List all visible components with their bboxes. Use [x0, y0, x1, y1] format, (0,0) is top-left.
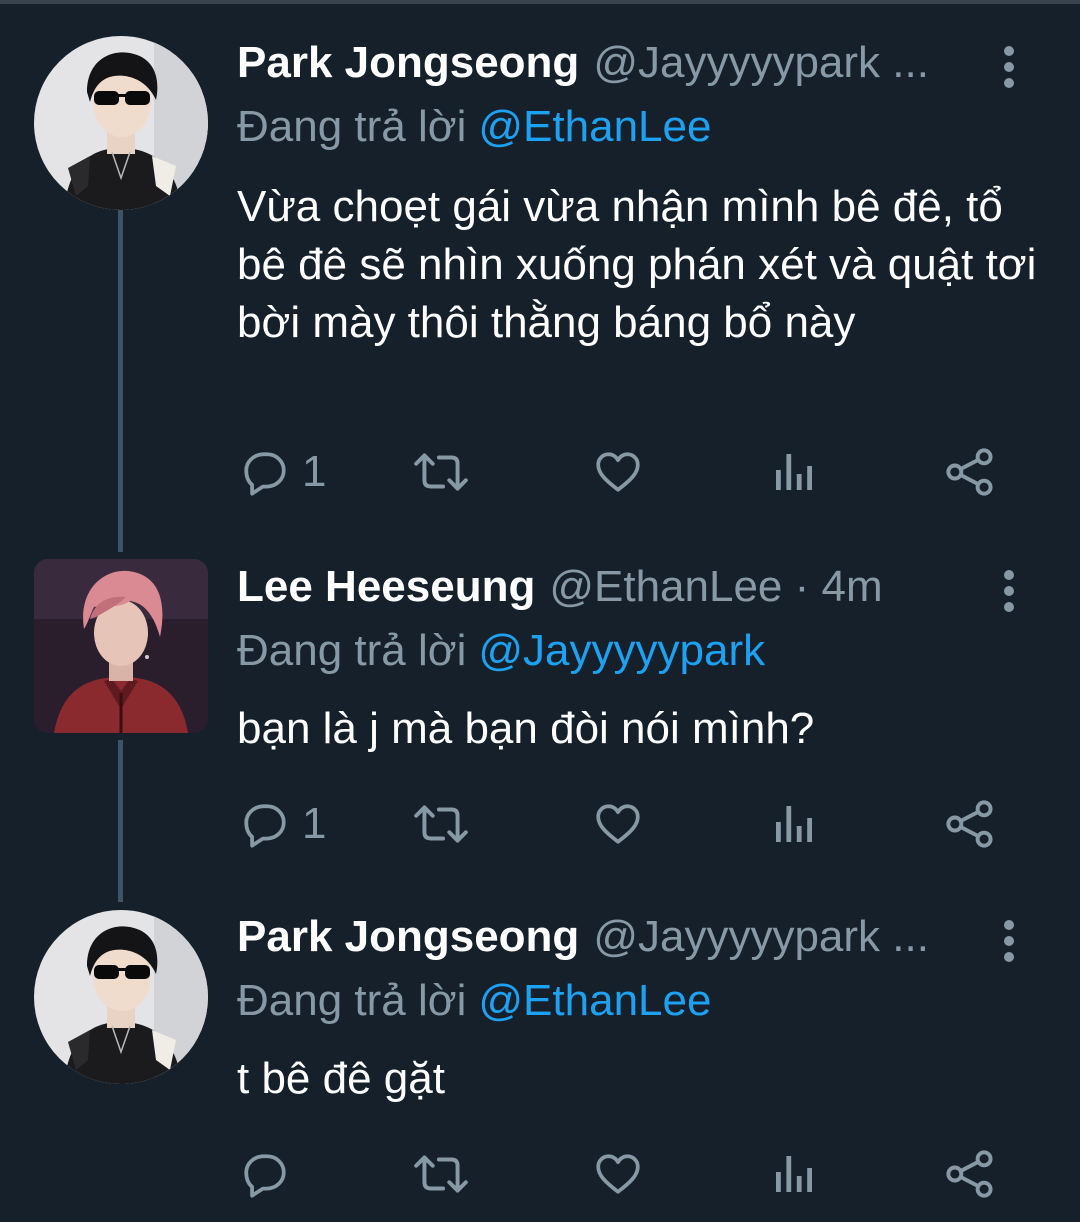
avatar[interactable]	[34, 559, 208, 733]
reply-button[interactable]	[240, 1144, 302, 1204]
retweet-button[interactable]	[412, 1144, 470, 1204]
retweet-button[interactable]	[412, 794, 470, 854]
retweet-icon	[414, 805, 468, 843]
share-icon	[946, 448, 993, 496]
share-icon	[946, 800, 993, 848]
retweet-icon	[414, 453, 468, 491]
tweet-text: bạn là j mà bạn đòi nói mình?	[237, 704, 815, 753]
replying-to-handle[interactable]: @EthanLee	[478, 102, 711, 151]
replying-to: Đang trả lời @Jayyyyypark	[237, 626, 765, 676]
reply-count: 1	[302, 447, 327, 496]
analytics-icon	[776, 806, 812, 842]
like-icon	[596, 1154, 640, 1194]
display-name[interactable]: Lee Heeseung	[237, 562, 535, 612]
user-handle[interactable]: @Jayyyyypark ...	[593, 38, 929, 88]
like-icon	[596, 452, 640, 492]
tweet-text: t bê đê gặt	[237, 1054, 445, 1103]
reply-icon	[244, 1154, 286, 1198]
avatar[interactable]	[34, 910, 208, 1084]
more-options-icon[interactable]	[996, 568, 1022, 614]
avatar[interactable]	[34, 36, 208, 210]
replying-to-label: Đang trả lời	[237, 626, 467, 675]
retweet-button[interactable]	[412, 442, 470, 502]
user-handle[interactable]: @EthanLee · 4m	[549, 562, 882, 612]
tweet-actions: 1	[0, 442, 1080, 502]
tweet-header: Park Jongseong @Jayyyyypark ...	[237, 912, 929, 968]
reply-icon	[244, 452, 286, 496]
replying-to-handle[interactable]: @Jayyyyypark	[478, 626, 765, 675]
reply-button[interactable]: 1	[240, 442, 326, 502]
more-options-icon[interactable]	[996, 918, 1022, 964]
display-name[interactable]: Park Jongseong	[237, 38, 579, 88]
top-divider	[0, 0, 1080, 4]
user-handle[interactable]: @Jayyyyypark ...	[593, 912, 929, 962]
reply-count: 1	[302, 799, 327, 848]
tweet-actions	[0, 1144, 1080, 1204]
replying-to: Đang trả lời @EthanLee	[237, 976, 711, 1026]
share-button[interactable]	[944, 794, 996, 854]
like-button[interactable]	[592, 1144, 644, 1204]
replying-to: Đang trả lời @EthanLee	[237, 102, 711, 152]
tweet-header: Park Jongseong @Jayyyyypark ...	[237, 38, 929, 94]
display-name[interactable]: Park Jongseong	[237, 912, 579, 962]
analytics-icon	[776, 1156, 812, 1192]
share-icon	[946, 1150, 993, 1198]
tweet-text: Vừa choẹt gái vừa nhận mình bê đê, tổ bê…	[237, 182, 1037, 347]
analytics-button[interactable]	[770, 1144, 818, 1204]
tweet-header: Lee Heeseung @EthanLee · 4m	[237, 562, 883, 618]
tweet-actions: 1	[0, 794, 1080, 854]
replying-to-label: Đang trả lời	[237, 976, 467, 1025]
analytics-icon	[776, 454, 812, 490]
like-button[interactable]	[592, 442, 644, 502]
retweet-icon	[414, 1155, 468, 1193]
reply-button[interactable]: 1	[240, 794, 326, 854]
share-button[interactable]	[944, 1144, 996, 1204]
more-options-icon[interactable]	[996, 44, 1022, 90]
reply-icon	[244, 804, 286, 848]
analytics-button[interactable]	[770, 794, 818, 854]
replying-to-label: Đang trả lời	[237, 102, 467, 151]
like-button[interactable]	[592, 794, 644, 854]
share-button[interactable]	[944, 442, 996, 502]
replying-to-handle[interactable]: @EthanLee	[478, 976, 711, 1025]
analytics-button[interactable]	[770, 442, 818, 502]
like-icon	[596, 804, 640, 844]
